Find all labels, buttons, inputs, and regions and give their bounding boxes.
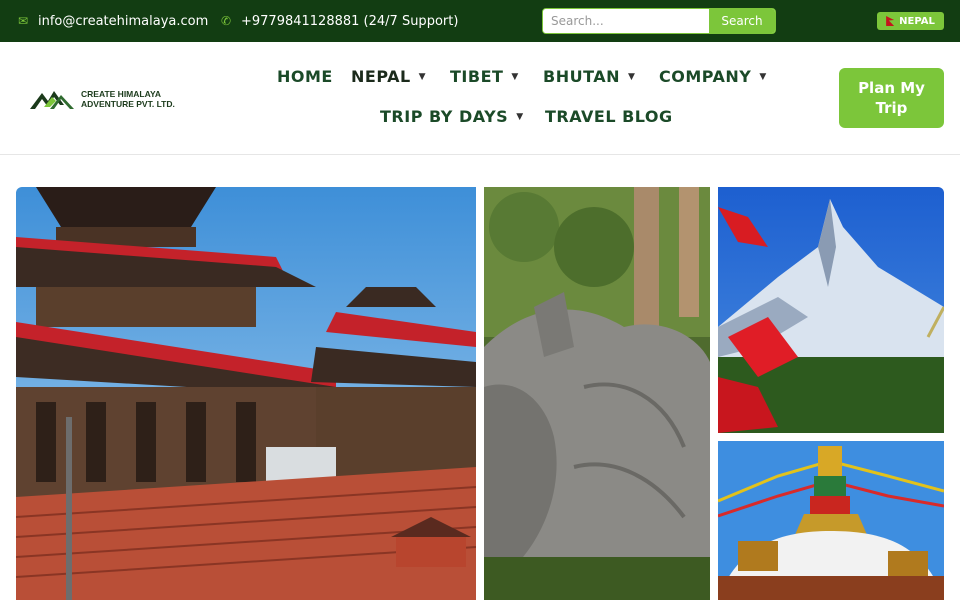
caret-down-icon: ▼ xyxy=(628,71,636,82)
nav-tibet[interactable]: TIBET ▼ xyxy=(450,67,519,86)
nepal-flag-icon xyxy=(886,16,895,26)
mountain-image xyxy=(718,187,944,433)
phone-contact[interactable]: ✆ +9779841128881 (24/7 Support) xyxy=(219,0,458,42)
caret-down-icon: ▼ xyxy=(511,71,519,82)
pagoda-temple-image xyxy=(16,187,476,600)
logo-line-2: ADVENTURE PVT. LTD. xyxy=(81,99,175,109)
nav-nepal[interactable]: NEPAL ▼ xyxy=(351,67,426,86)
nav-home-label: HOME xyxy=(277,67,333,86)
phone-text[interactable]: +9779841128881 (24/7 Support) xyxy=(241,14,458,29)
search-form: Search xyxy=(542,8,776,34)
language-selector[interactable]: NEPAL xyxy=(877,12,944,30)
mountain-logo-icon xyxy=(30,91,74,109)
nav-bhutan-label: BHUTAN xyxy=(543,67,621,86)
nav-trip-by-days[interactable]: TRIP BY DAYS ▼ xyxy=(380,107,524,126)
nav-tibet-label: TIBET xyxy=(450,67,504,86)
caret-down-icon: ▼ xyxy=(516,111,524,122)
nav-home[interactable]: HOME xyxy=(277,67,333,86)
gallery-image-rhino[interactable] xyxy=(484,187,710,600)
logo-line-1: CREATE HIMALAYA xyxy=(81,89,161,99)
top-bar: ✉ info@createhimalaya.com ✆ +97798411288… xyxy=(0,0,960,42)
phone-icon: ✆ xyxy=(220,14,232,28)
nav-travel-blog-label: TRAVEL BLOG xyxy=(545,107,673,126)
gallery-image-stupa[interactable] xyxy=(718,441,944,600)
nav-bhutan[interactable]: BHUTAN ▼ xyxy=(543,67,635,86)
stupa-image xyxy=(718,441,944,600)
caret-down-icon: ▼ xyxy=(759,71,767,82)
rhino-image xyxy=(484,187,710,600)
search-input[interactable] xyxy=(543,9,709,33)
caret-down-icon: ▼ xyxy=(418,71,427,82)
nav-company-label: COMPANY xyxy=(659,67,752,86)
email-contact[interactable]: ✉ info@createhimalaya.com xyxy=(16,0,208,42)
language-label: NEPAL xyxy=(899,15,935,27)
gallery-image-pagoda-temple[interactable] xyxy=(16,187,476,600)
plan-btn-line-2: Trip xyxy=(875,99,908,117)
nav-trip-by-days-label: TRIP BY DAYS xyxy=(380,107,509,126)
logo-text: CREATE HIMALAYA ADVENTURE PVT. LTD. xyxy=(81,89,175,109)
nav-company[interactable]: COMPANY ▼ xyxy=(659,67,767,86)
nav-nepal-label: NEPAL xyxy=(351,67,411,86)
search-button[interactable]: Search xyxy=(709,9,775,33)
plan-btn-line-1: Plan My xyxy=(858,79,925,97)
logo[interactable]: CREATE HIMALAYA ADVENTURE PVT. LTD. xyxy=(30,84,190,114)
site-header: CREATE HIMALAYA ADVENTURE PVT. LTD. HOME… xyxy=(0,42,960,155)
email-text[interactable]: info@createhimalaya.com xyxy=(38,14,208,29)
envelope-icon: ✉ xyxy=(17,14,29,28)
nav-travel-blog[interactable]: TRAVEL BLOG xyxy=(545,107,673,126)
gallery-image-mountain[interactable] xyxy=(718,187,944,433)
plan-my-trip-button[interactable]: Plan My Trip xyxy=(839,68,944,128)
